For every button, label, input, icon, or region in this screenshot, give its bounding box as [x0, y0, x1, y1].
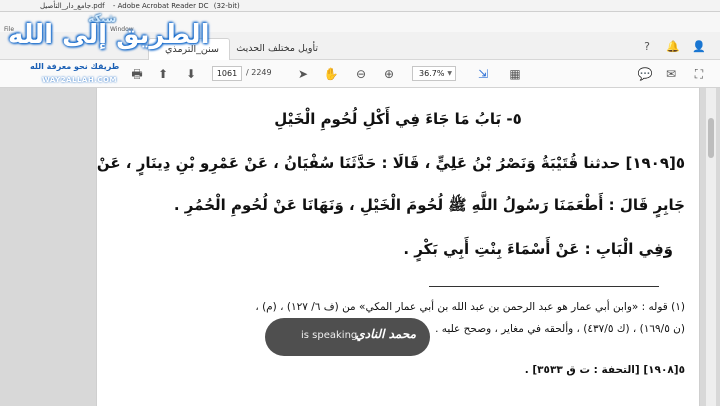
zoom-value: 36.7% — [419, 69, 445, 78]
fit-page-icon[interactable]: ⇲ — [474, 65, 492, 83]
chevron-down-icon: ▼ — [447, 70, 452, 77]
way2allah-logo: شبكة الطريق إلى الله طريقك نحو معرفة الل… — [0, 0, 210, 92]
bell-icon[interactable]: 🔔 — [664, 38, 682, 56]
tab-tawil-mukhtalif[interactable]: تأويل مختلف الحديث — [232, 38, 328, 60]
vertical-scrollbar[interactable] — [706, 88, 716, 406]
hadith-line-3: وَفِي الْبَابِ : عَنْ أَسْمَاءَ بِنْتِ أ… — [403, 240, 673, 258]
footnote-line-4: ٥[١٩٠٨] [التحفة : ت ق ٣٥٣٣] . — [524, 364, 685, 376]
total-pages: / 2249 — [246, 68, 272, 77]
zoom-out-icon[interactable]: ⊖ — [352, 65, 370, 83]
speaking-status: is speaking — [301, 330, 358, 341]
mail-icon[interactable]: ✉ — [662, 65, 680, 83]
title-bits: (32-bit) — [213, 2, 240, 10]
speaker-name: محمد النادي — [355, 327, 416, 341]
comment-icon[interactable]: 💬 — [636, 65, 654, 83]
footnote-line-2: (ن ١٦٩/٥) ، (ك ٤٣٧/٥) ، وألحقه في مغاير … — [435, 323, 685, 335]
logo-url: WAY2ALLAH.COM — [42, 76, 117, 84]
help-icon[interactable]: ? — [638, 38, 656, 56]
speaking-indicator: محمد النادي is speaking — [265, 318, 430, 356]
pdf-page: ٥- بَابُ مَا جَاءَ فِي أَكْلِ لُحُومِ ال… — [96, 88, 700, 406]
zoom-in-icon[interactable]: ⊕ — [380, 65, 398, 83]
logo-brand: الطريق إلى الله — [8, 20, 210, 50]
next-page-icon[interactable]: ⬇ — [182, 65, 200, 83]
tab-label: تأويل مختلف الحديث — [236, 43, 318, 54]
footnote-line-1: (١) قوله : «وابن أبي عمار هو عبد الرحمن … — [255, 301, 685, 313]
hadith-line-1: ٥[١٩٠٩] حدثنا قُتَيْبَةُ وَنَصْرُ بْنُ ع… — [96, 154, 685, 172]
hadith-line-2: جَابِرٍ قَالَ : أَطْعَمَنَا رَسُولُ اللَ… — [173, 196, 685, 214]
scrollbar-thumb[interactable] — [708, 118, 714, 158]
acrobat-window: جامع_دار_التأصيل.pdf - Adobe Acrobat Rea… — [0, 0, 720, 406]
logo-tagline: طريقك نحو معرفة الله — [30, 62, 120, 71]
chapter-title: ٥- بَابُ مَا جَاءَ فِي أَكْلِ لُحُومِ ال… — [274, 110, 522, 128]
select-tool-icon[interactable]: ➤ — [294, 65, 312, 83]
page-number-input[interactable]: 1061 — [212, 66, 242, 81]
zoom-select[interactable]: 36.7% ▼ — [412, 66, 456, 81]
hand-tool-icon[interactable]: ✋ — [322, 65, 340, 83]
fullscreen-icon[interactable]: ⛶ — [690, 65, 708, 83]
user-icon[interactable]: 👤 — [690, 38, 708, 56]
footnote-divider — [429, 286, 659, 287]
scroll-mode-icon[interactable]: ▦ — [506, 65, 524, 83]
document-viewport[interactable]: ٥- بَابُ مَا جَاءَ فِي أَكْلِ لُحُومِ ال… — [0, 88, 720, 406]
